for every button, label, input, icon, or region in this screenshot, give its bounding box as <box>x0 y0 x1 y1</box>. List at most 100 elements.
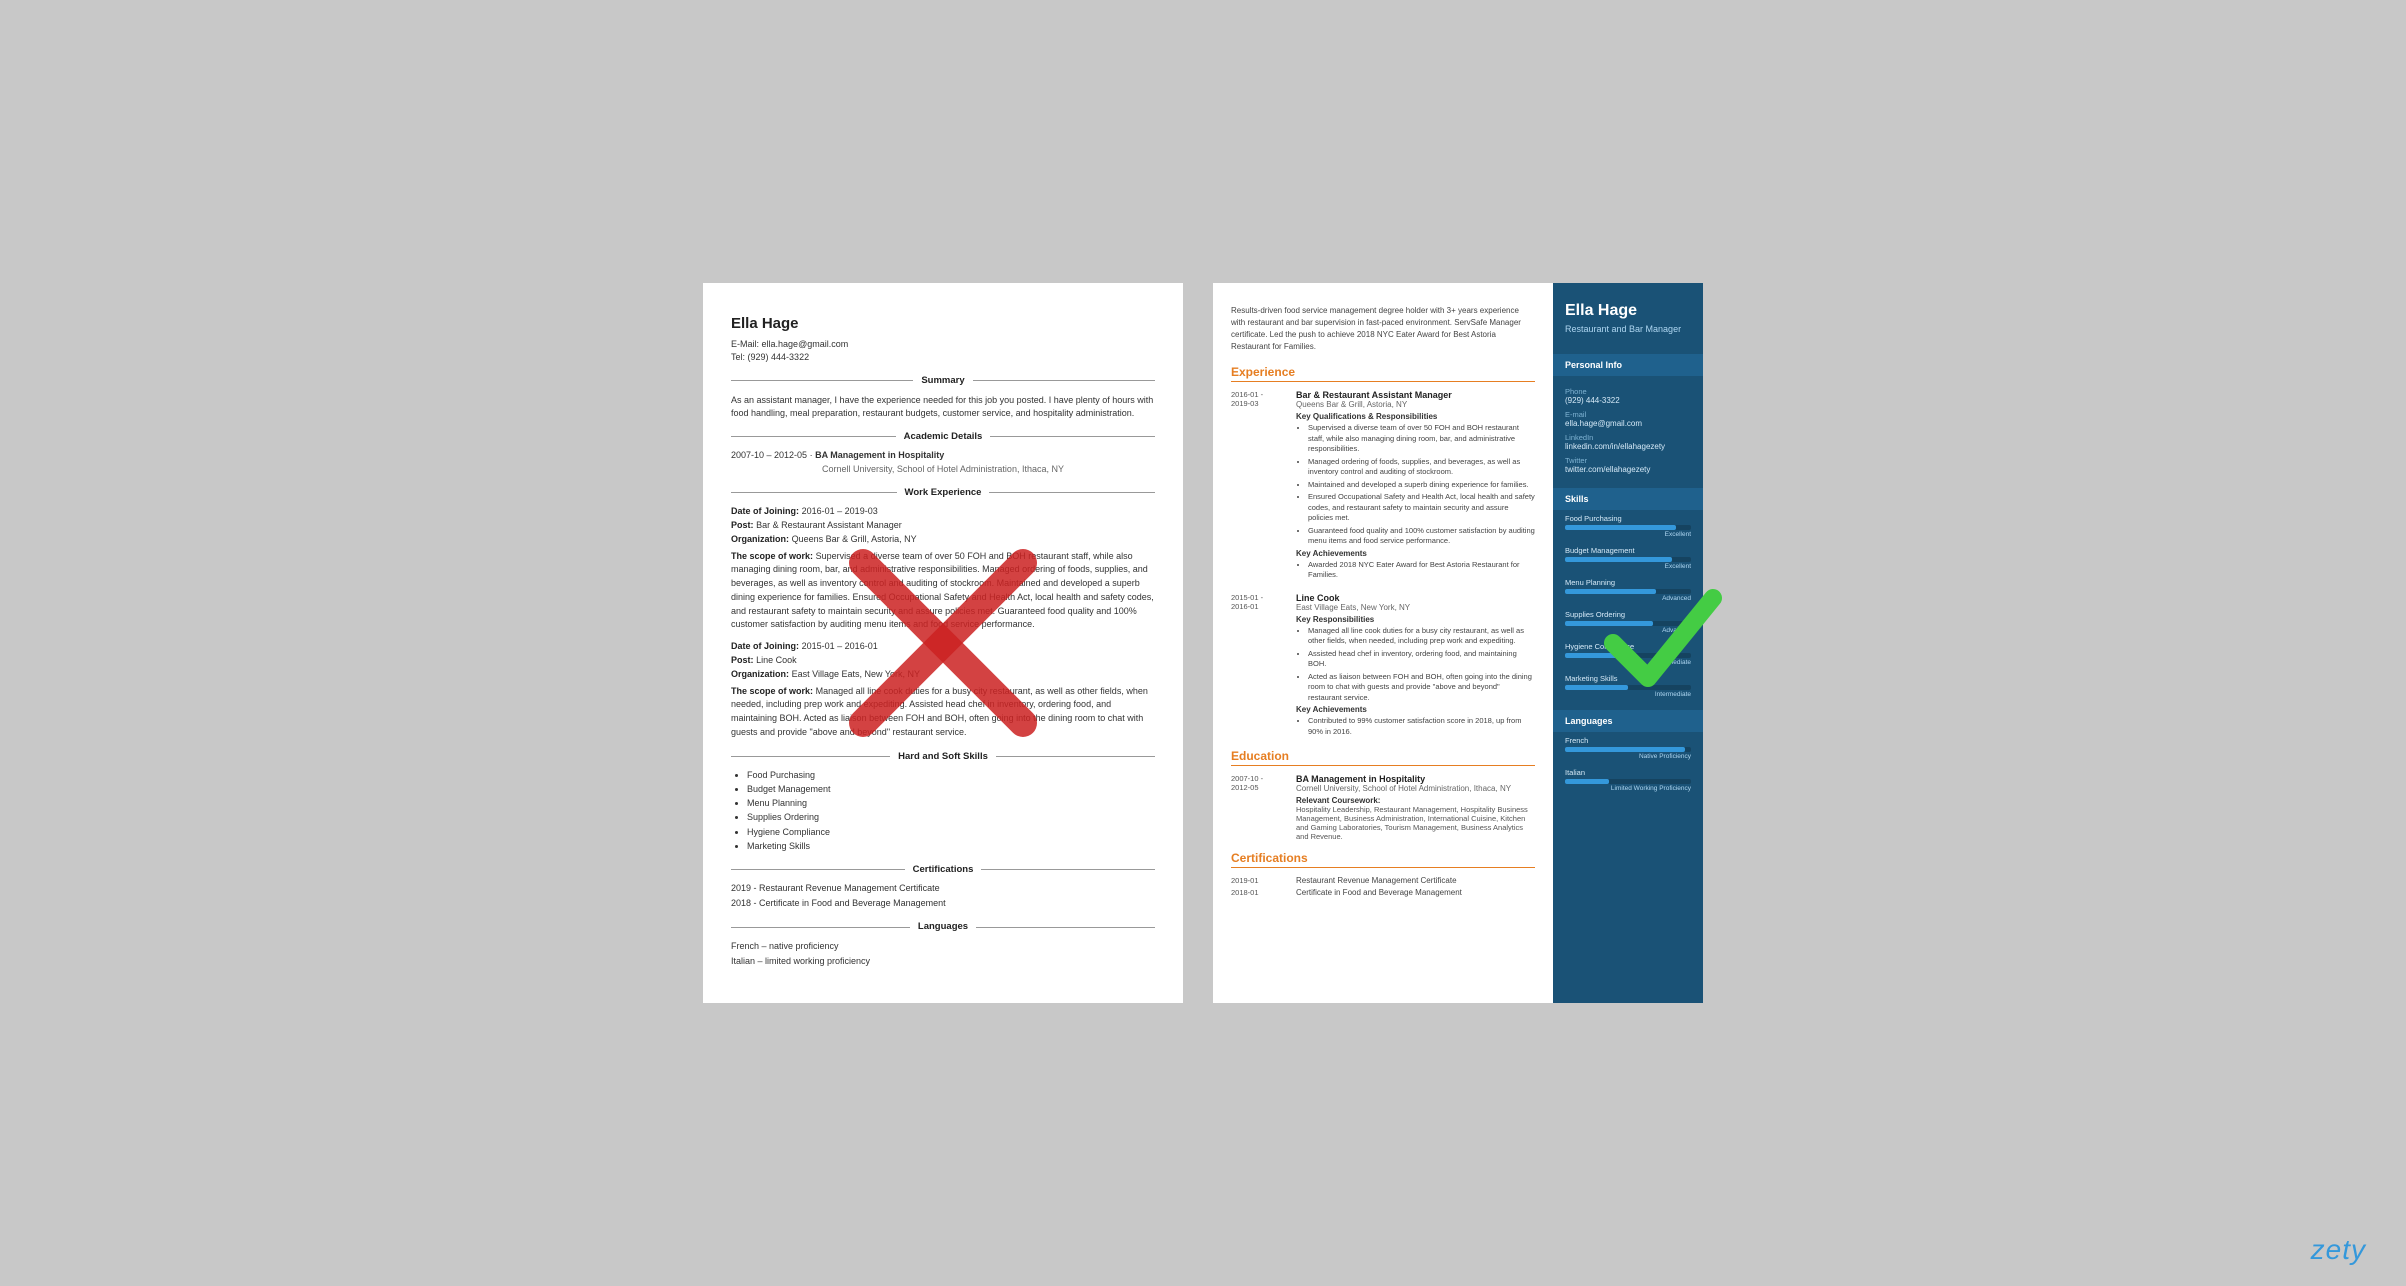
skill-bar-item: Menu Planning Advanced <box>1553 574 1703 606</box>
skill-bar-item: Marketing Skills Intermediate <box>1553 670 1703 702</box>
exp-entry-1: 2016-01 - 2019-03 Bar & Restaurant Assis… <box>1231 390 1535 583</box>
lang-divider: Languages <box>731 920 1155 934</box>
skill-bar-fill <box>1565 621 1653 626</box>
cert-title-1: Restaurant Revenue Management Certificat… <box>1296 876 1535 885</box>
cert-divider: Certifications <box>731 863 1155 877</box>
skill-label: Marketing Skills <box>1565 674 1691 683</box>
exp-content-1: Bar & Restaurant Assistant Manager Queen… <box>1296 390 1535 583</box>
lang-bar-bg <box>1565 747 1691 752</box>
skill-item: Menu Planning <box>747 797 1155 810</box>
skill-bar-bg <box>1565 685 1691 690</box>
exp-achievements-2: Contributed to 99% customer satisfaction… <box>1296 716 1535 737</box>
exp-date-1: 2016-01 - 2019-03 <box>1231 390 1286 583</box>
skill-item: Budget Management <box>747 783 1155 796</box>
education-heading: Education <box>1231 749 1535 766</box>
edu-row: 2007-10 - 2012-05 BA Management in Hospi… <box>1231 774 1535 841</box>
sidebar: Ella Hage Restaurant and Bar Manager Per… <box>1553 283 1703 1003</box>
zety-logo: zety <box>2311 1234 2366 1266</box>
sidebar-title: Restaurant and Bar Manager <box>1565 324 1691 334</box>
exp-qualifications-heading-2: Key Responsibilities <box>1296 615 1535 624</box>
lang-bar-fill <box>1565 747 1685 752</box>
work-entry-2: Date of Joining: 2015-01 – 2016-01 Post:… <box>731 640 1155 739</box>
edu-degree: BA Management in Hospitality <box>1296 774 1535 784</box>
plain-tel: Tel: (929) 444-3322 <box>731 351 1155 364</box>
phone-value: (929) 444-3322 <box>1565 396 1691 405</box>
skill-bar-bg <box>1565 557 1691 562</box>
exp-title-1: Bar & Restaurant Assistant Manager <box>1296 390 1535 400</box>
edu-entry: 2007-10 – 2012-05 · BA Management in Hos… <box>731 449 1155 462</box>
edu-coursework: Hospitality Leadership, Restaurant Manag… <box>1296 805 1535 841</box>
skill-level-label: Intermediate <box>1565 659 1691 666</box>
sidebar-personal-info: Phone (929) 444-3322 E-mail ella.hage@gm… <box>1553 376 1703 480</box>
exp-title-2: Line Cook <box>1296 593 1535 603</box>
exp-achievements-heading-2: Key Achievements <box>1296 705 1535 714</box>
skill-bar-item: Hygiene Compliance Intermediate <box>1553 638 1703 670</box>
skill-bar-fill <box>1565 557 1672 562</box>
lang-bar-fill <box>1565 779 1609 784</box>
edu-school: Cornell University, School of Hotel Admi… <box>731 463 1155 476</box>
bullet: Guaranteed food quality and 100% custome… <box>1308 526 1535 547</box>
lang-bar-bg <box>1565 779 1691 784</box>
exp-achievements-heading-1: Key Achievements <box>1296 549 1535 558</box>
skill-bar-fill <box>1565 589 1656 594</box>
twitter-label: Twitter <box>1565 456 1691 465</box>
bullet: Acted as liaison between FOH and BOH, of… <box>1308 672 1535 704</box>
summary-text: As an assistant manager, I have the expe… <box>731 394 1155 420</box>
work-entry-1: Date of Joining: 2016-01 – 2019-03 Post:… <box>731 505 1155 632</box>
intro-text: Results-driven food service management d… <box>1231 305 1535 353</box>
linkedin-value: linkedin.com/in/ellahagezety <box>1565 442 1691 451</box>
exp-company-2: East Village Eats, New York, NY <box>1296 603 1535 612</box>
skill-bar-item: Food Purchasing Excellent <box>1553 510 1703 542</box>
skill-item: Food Purchasing <box>747 769 1155 782</box>
bullet: Ensured Occupational Safety and Health A… <box>1308 492 1535 524</box>
plain-name: Ella Hage <box>731 313 1155 335</box>
exp-content-2: Line Cook East Village Eats, New York, N… <box>1296 593 1535 740</box>
main-container: Ella Hage E-Mail: ella.hage@gmail.com Te… <box>703 283 1703 1003</box>
exp-bullets-1: Supervised a diverse team of over 50 FOH… <box>1296 423 1535 547</box>
lang-level-label: Native Proficiency <box>1565 753 1691 760</box>
skill-bar-bg <box>1565 525 1691 530</box>
linkedin-label: LinkedIn <box>1565 433 1691 442</box>
skill-level-label: Advanced <box>1565 595 1691 602</box>
styled-main: Results-driven food service management d… <box>1213 283 1553 1003</box>
skill-bar-fill <box>1565 685 1628 690</box>
phone-label: Phone <box>1565 387 1691 396</box>
cert-entry-2: 2018 - Certificate in Food and Beverage … <box>731 897 1155 910</box>
bullet: Maintained and developed a superb dining… <box>1308 480 1535 491</box>
skill-bar-bg <box>1565 653 1691 658</box>
bullet: Supervised a diverse team of over 50 FOH… <box>1308 423 1535 455</box>
experience-heading: Experience <box>1231 365 1535 382</box>
email-value: ella.hage@gmail.com <box>1565 419 1691 428</box>
skill-item: Hygiene Compliance <box>747 826 1155 839</box>
lang-bar-item: Italian Limited Working Proficiency <box>1553 764 1703 796</box>
skill-bar-fill <box>1565 653 1634 658</box>
languages-section: Languages <box>1553 710 1703 732</box>
cert-title-2: Certificate in Food and Beverage Managem… <box>1296 888 1535 897</box>
cert-date-1: 2019-01 <box>1231 876 1286 885</box>
edu-date: 2007-10 - 2012-05 <box>1231 774 1286 841</box>
sidebar-header: Ella Hage Restaurant and Bar Manager <box>1553 283 1703 346</box>
edu-content: BA Management in Hospitality Cornell Uni… <box>1296 774 1535 841</box>
lang-label: French <box>1565 736 1691 745</box>
languages-container: French Native Proficiency Italian Limite… <box>1553 732 1703 796</box>
exp-qualifications-heading-1: Key Qualifications & Responsibilities <box>1296 412 1535 421</box>
academic-divider: Academic Details <box>731 430 1155 444</box>
lang-bar-item: French Native Proficiency <box>1553 732 1703 764</box>
lang-level-label: Limited Working Proficiency <box>1565 785 1691 792</box>
exp-entry-2: 2015-01 - 2016-01 Line Cook East Village… <box>1231 593 1535 740</box>
achievement: Awarded 2018 NYC Eater Award for Best As… <box>1308 560 1535 581</box>
skills-section: Skills <box>1553 488 1703 510</box>
achievement: Contributed to 99% customer satisfaction… <box>1308 716 1535 737</box>
skill-label: Hygiene Compliance <box>1565 642 1691 651</box>
plain-email: E-Mail: ella.hage@gmail.com <box>731 338 1155 351</box>
bullet: Managed all line cook duties for a busy … <box>1308 626 1535 647</box>
skill-item: Marketing Skills <box>747 840 1155 853</box>
edu-coursework-label: Relevant Coursework: <box>1296 796 1535 805</box>
exp-bullets-2: Managed all line cook duties for a busy … <box>1296 626 1535 704</box>
cert-heading: Certifications <box>1231 851 1535 868</box>
personal-info-section: Personal Info <box>1553 354 1703 376</box>
sidebar-name: Ella Hage <box>1565 301 1691 320</box>
cert-row-1: 2019-01 Restaurant Revenue Management Ce… <box>1231 876 1535 885</box>
skill-label: Menu Planning <box>1565 578 1691 587</box>
skill-label: Food Purchasing <box>1565 514 1691 523</box>
